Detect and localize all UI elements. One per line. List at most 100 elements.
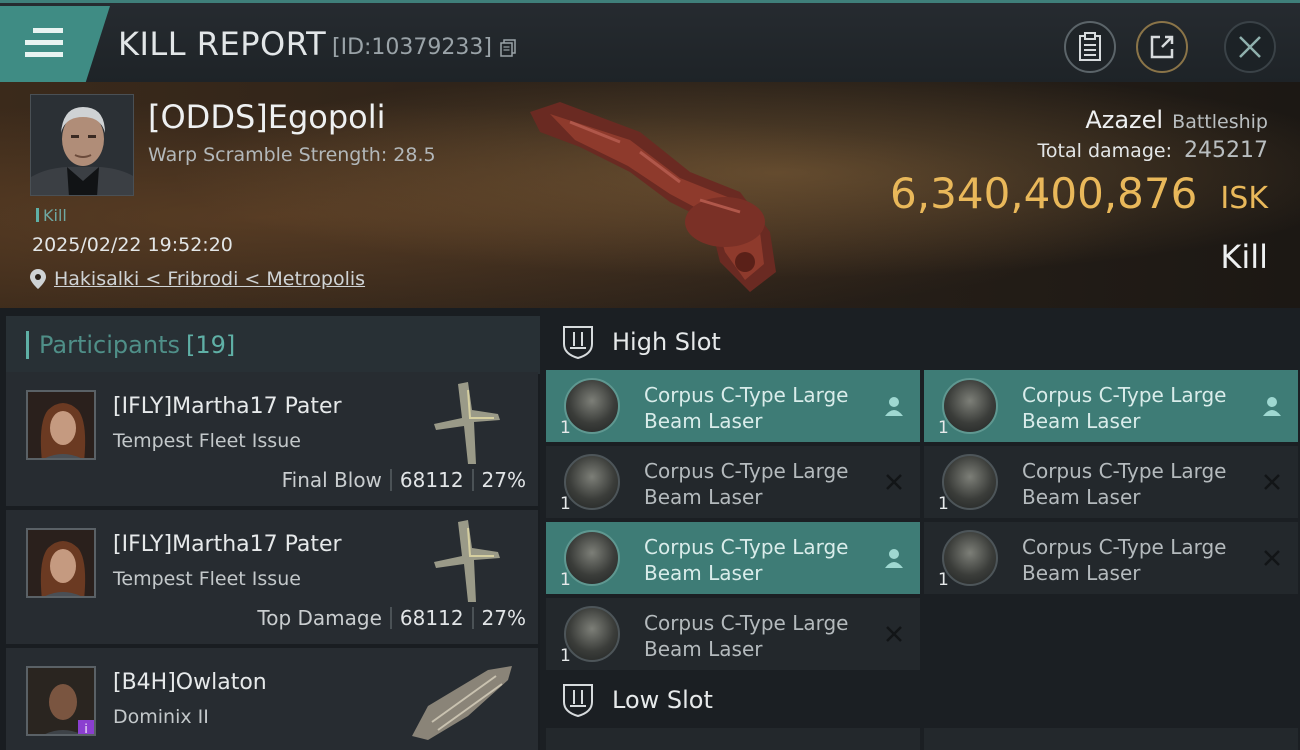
module-slot[interactable] — [546, 728, 920, 750]
module-slot[interactable]: 1 Corpus C-Type Large Beam Laser — [546, 522, 920, 594]
module-quantity: 1 — [560, 494, 571, 514]
menu-button[interactable] — [0, 6, 110, 82]
warp-scramble-strength: Warp Scramble Strength: 28.5 — [148, 144, 436, 166]
module-name-line2: Beam Laser — [644, 485, 763, 509]
module-quantity: 1 — [938, 494, 949, 514]
module-slot[interactable]: 1 Corpus C-Type Large Beam Laser — [546, 598, 920, 670]
module-name: Corpus C-Type Large Beam Laser — [1022, 534, 1242, 586]
participant-ship-render — [412, 666, 512, 740]
isk-unit: ISK — [1220, 181, 1268, 216]
participant-name: [IFLY]Martha17 Pater — [113, 394, 342, 419]
participants-label: Participants — [39, 331, 180, 359]
victim-ship-name[interactable]: Azazel — [1085, 106, 1163, 134]
participant-ship-render — [434, 382, 500, 464]
module-name-line2: Beam Laser — [1022, 409, 1141, 433]
participant-role: Final Blow — [281, 468, 382, 492]
participant-card[interactable]: i [B4H]Owlaton Dominix II — [6, 648, 538, 750]
module-quantity: 1 — [560, 646, 571, 666]
kill-result: Kill — [1220, 238, 1268, 276]
share-icon — [1150, 35, 1174, 59]
participant-avatar: i — [26, 666, 96, 736]
module-name-line1: Corpus C-Type Large — [644, 535, 849, 559]
participant-stats: Final Blow 68112 27% — [282, 468, 526, 492]
svg-text:i: i — [84, 722, 87, 736]
participants-count: [19] — [185, 331, 236, 359]
participant-avatar — [26, 528, 96, 598]
module-slot[interactable]: 1 Corpus C-Type Large Beam Laser — [924, 370, 1298, 442]
location-link[interactable]: Hakisalki < Fribrodi < Metropolis — [30, 268, 365, 290]
module-slot[interactable] — [924, 728, 1298, 750]
person-icon — [1263, 397, 1281, 416]
participants-header[interactable]: Participants [19] — [6, 316, 540, 374]
module-name-line1: Corpus C-Type Large — [644, 611, 849, 635]
module-name: Corpus C-Type Large Beam Laser — [644, 610, 864, 662]
participants-panel: Participants [19] [IFLY]Martha17 Pater T… — [0, 308, 540, 750]
module-name: Corpus C-Type Large Beam Laser — [644, 382, 864, 434]
victim-ship-info: Azazel Battleship Total damage: 245217 6… — [890, 106, 1268, 276]
module-name-line1: Corpus C-Type Large — [644, 383, 849, 407]
module-slot[interactable]: 1 Corpus C-Type Large Beam Laser — [924, 522, 1298, 594]
participant-ship-render — [434, 520, 500, 602]
module-name-line2: Beam Laser — [1022, 561, 1141, 585]
participant-damage: 68112 — [399, 468, 464, 492]
low-slot-label: Low Slot — [612, 686, 713, 714]
close-icon — [1239, 36, 1261, 58]
module-quantity: 1 — [938, 570, 949, 590]
high-slot-label: High Slot — [612, 328, 721, 356]
participant-card[interactable]: [IFLY]Martha17 Pater Tempest Fleet Issue… — [6, 510, 538, 644]
participant-damage: 68112 — [399, 606, 464, 630]
total-damage-value: 245217 — [1184, 138, 1268, 163]
victim-pilot-name[interactable]: [ODDS]Egopoli — [148, 98, 386, 136]
victim-portrait[interactable] — [30, 94, 134, 196]
header-accent-bar — [26, 331, 29, 359]
module-name-line1: Corpus C-Type Large — [1022, 383, 1227, 407]
module-name-line1: Corpus C-Type Large — [644, 459, 849, 483]
module-name: Corpus C-Type Large Beam Laser — [1022, 458, 1242, 510]
person-icon — [885, 549, 903, 568]
module-name-line1: Corpus C-Type Large — [1022, 459, 1227, 483]
low-slot-icon — [563, 684, 593, 718]
clipboard-button[interactable] — [1064, 21, 1116, 73]
module-name-line2: Beam Laser — [644, 409, 763, 433]
kill-datetime: 2025/02/22 19:52:20 — [32, 234, 233, 256]
module-quantity: 1 — [560, 418, 571, 438]
module-name-line2: Beam Laser — [644, 637, 763, 661]
high-slot-header: High Slot — [560, 324, 721, 360]
participant-ship: Tempest Fleet Issue — [113, 568, 301, 590]
participant-name: [B4H]Owlaton — [113, 670, 267, 695]
beam-laser-icon — [564, 530, 620, 586]
participant-ship: Dominix II — [113, 706, 209, 728]
module-name: Corpus C-Type Large Beam Laser — [644, 534, 864, 586]
participant-role: Top Damage — [257, 606, 382, 630]
person-icon — [885, 397, 903, 416]
participant-stats: Top Damage 68112 27% — [257, 606, 526, 630]
beam-laser-icon — [564, 378, 620, 434]
title-bar: KILL REPORT [ID:10379233] — [0, 0, 1300, 82]
copy-id-icon[interactable] — [500, 39, 516, 57]
report-id: [ID:10379233] — [332, 35, 492, 60]
module-slot[interactable]: 1 Corpus C-Type Large Beam Laser — [546, 370, 920, 442]
share-button[interactable] — [1136, 21, 1188, 73]
participant-card[interactable]: [IFLY]Martha17 Pater Tempest Fleet Issue… — [6, 372, 538, 506]
participant-name: [IFLY]Martha17 Pater — [113, 532, 342, 557]
beam-laser-icon — [564, 606, 620, 662]
victim-ship-class: Battleship — [1172, 111, 1268, 133]
x-icon — [886, 474, 902, 490]
total-damage-label: Total damage: — [1037, 140, 1172, 162]
participant-percent: 27% — [481, 606, 526, 630]
close-button[interactable] — [1224, 21, 1276, 73]
pilot-portrait-image — [31, 95, 133, 195]
module-name-line1: Corpus C-Type Large — [1022, 535, 1227, 559]
beam-laser-icon — [942, 530, 998, 586]
beam-laser-icon — [564, 454, 620, 510]
fitting-panel: High Slot 1 Corpus C-Type Large Beam Las… — [540, 308, 1300, 750]
kill-tag: Kill — [36, 206, 67, 225]
x-icon — [1264, 474, 1280, 490]
module-slot[interactable]: 1 Corpus C-Type Large Beam Laser — [546, 446, 920, 518]
module-slot[interactable]: 1 Corpus C-Type Large Beam Laser — [924, 446, 1298, 518]
participant-percent: 27% — [481, 468, 526, 492]
module-name: Corpus C-Type Large Beam Laser — [1022, 382, 1242, 434]
participant-avatar — [26, 390, 96, 460]
module-quantity: 1 — [938, 418, 949, 438]
location-pin-icon — [30, 269, 46, 289]
